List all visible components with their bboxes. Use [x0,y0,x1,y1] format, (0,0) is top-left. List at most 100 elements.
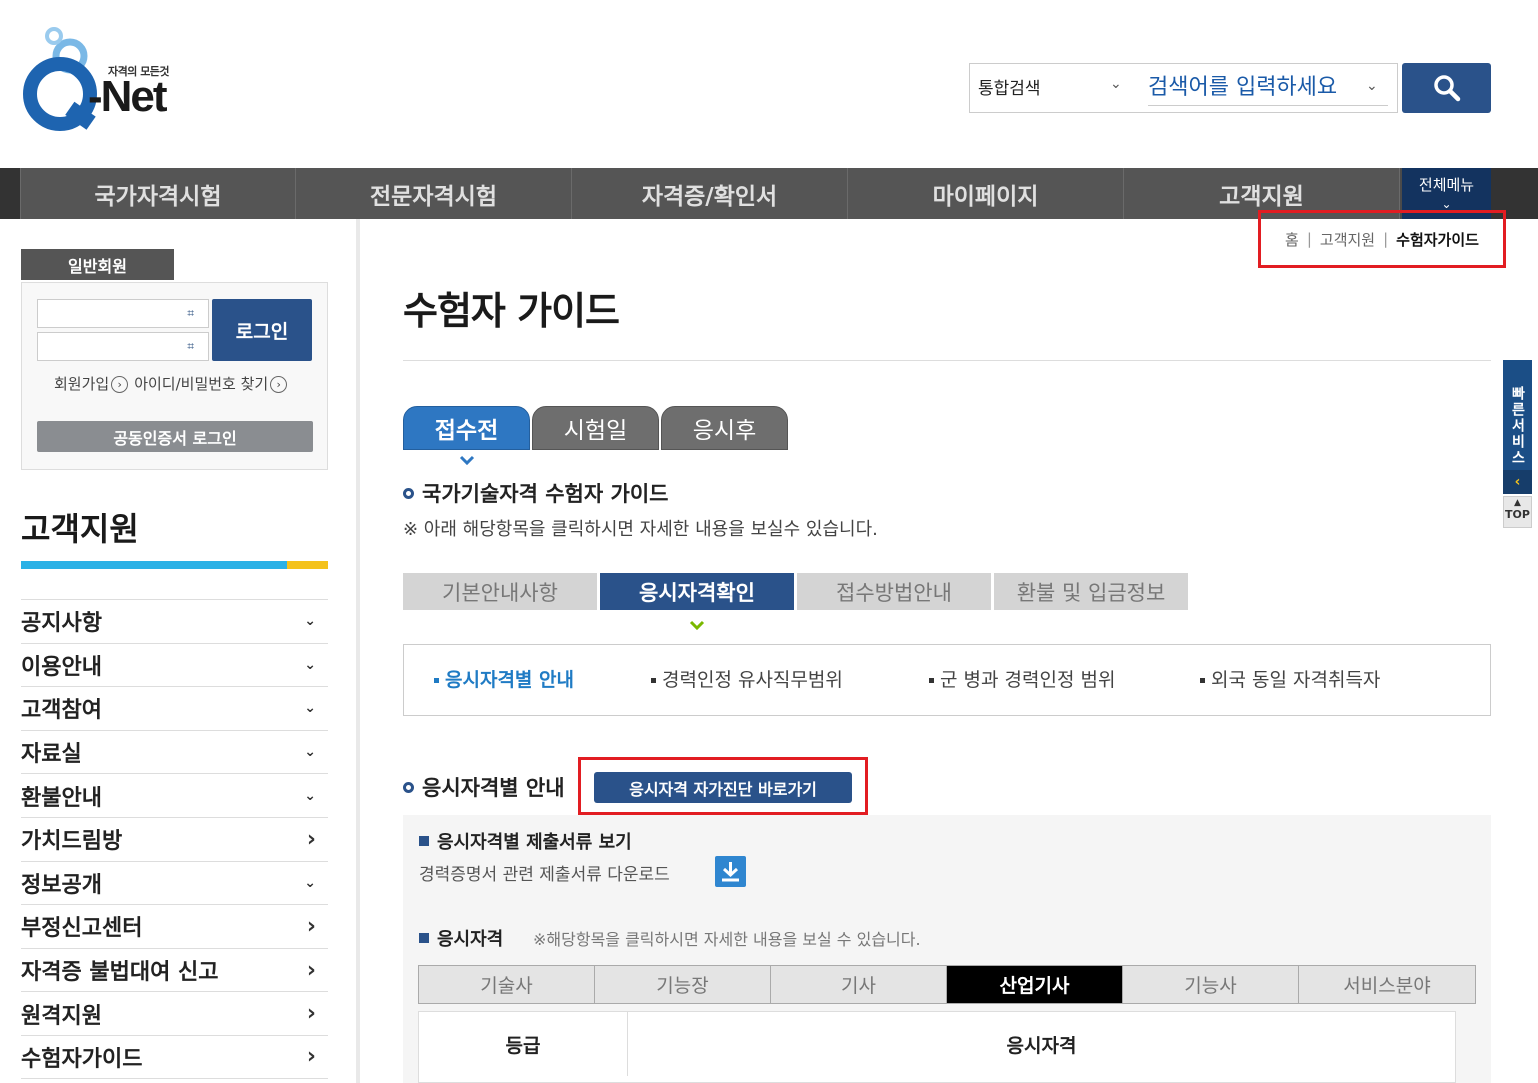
sidebar-item-label: 이용안내 [21,654,102,680]
tab-exam-day[interactable]: 시험일 [532,406,659,450]
breadcrumb-parent[interactable]: 고객지원 [1320,229,1375,250]
certificate-login-button[interactable]: 공동인증서 로그인 [37,421,313,452]
sidebar-item[interactable]: 자격증 불법대여 신고 › [21,947,328,992]
download-icon[interactable] [715,856,746,887]
sidebar-item[interactable]: 수험자가이드 › [21,1034,328,1079]
sidebar-item-label: 수험자가이드 [21,1046,143,1072]
nav-item-certificate[interactable]: 자격증/확인서 [572,168,848,219]
tab-application-method[interactable]: 접수방법안내 [797,573,991,610]
chevron-down-icon: ⌄ [1441,197,1452,211]
search-button[interactable] [1402,63,1491,113]
join-link[interactable]: 회원가입 › [54,373,129,394]
tab-grade-service[interactable]: 서비스분야 [1299,966,1475,1003]
chevron-down-icon: ⌄ [304,744,316,761]
chevron-right-icon: › [306,1044,316,1070]
link-eligibility-guide[interactable]: 응시자격별 안내 [434,665,574,692]
chevron-down-icon[interactable]: ⌄ [1366,78,1378,94]
tab-before-application[interactable]: 접수전 [403,406,530,450]
self-diagnosis-button[interactable]: 응시자격 자가진단 바로가기 [594,772,852,803]
find-account-label: 아이디/비밀번호 찾기 [134,375,269,393]
square-bullet-icon [651,678,656,683]
qualification-note: ※해당항목을 클릭하시면 자세한 내용을 보실 수 있습니다. [533,930,921,949]
chevron-down-icon: ⌄ [304,656,316,673]
sidebar-item[interactable]: 고객참여 ⌄ [21,686,328,730]
nav-item-professional-exam[interactable]: 전문자격시험 [296,168,572,219]
user-id-field[interactable]: ⌗ [37,299,209,328]
tab-grade-engineer[interactable]: 기사 [771,966,947,1003]
info-note: ※ 아래 해당항목을 클릭하시면 자세한 내용을 보실수 있습니다. [403,519,878,540]
search-input[interactable] [1148,70,1388,106]
link-foreign-qualification[interactable]: 외국 동일 자격취득자 [1200,665,1380,692]
tab-grade-professional-engineer[interactable]: 기술사 [419,966,595,1003]
sidebar-item[interactable]: 원격지원 › [21,991,328,1035]
section-heading-text: 국가기술자격 수험자 가이드 [422,482,669,506]
sidebar-item[interactable]: 공지사항 ⌄ [21,599,328,643]
link-label: 응시자격별 안내 [445,669,574,691]
link-career-similar-duty[interactable]: 경력인정 유사직무범위 [651,665,843,692]
search-box: 통합검색 ⌄ ⌄ [969,63,1398,113]
circle-bullet-icon [403,781,414,793]
tab-after-exam[interactable]: 응시후 [661,406,788,450]
sidebar-item[interactable]: 환불안내 ⌄ [21,773,328,817]
breadcrumb-separator: | [1306,230,1312,248]
chevron-right-icon: › [306,826,316,852]
breadcrumb-separator: | [1383,230,1389,248]
circle-bullet-icon [403,487,414,499]
link-military-career[interactable]: 군 병과 경력인정 범위 [929,665,1115,692]
chevron-down-icon: ⌄ [304,613,316,630]
sidebar-item-label: 원격지원 [21,1003,102,1029]
square-bullet-icon [419,933,429,943]
tab-grade-master-craftsman[interactable]: 기능장 [595,966,771,1003]
tab-eligibility-check[interactable]: 응시자격확인 [600,573,794,610]
find-account-link[interactable]: 아이디/비밀번호 찾기 › [134,373,288,394]
section-heading-text: 응시자격별 안내 [422,776,565,800]
phase-tabs: 접수전 시험일 응시후 [403,406,788,450]
table-header-grade: 등급 [419,1012,628,1076]
chevron-right-icon: › [306,957,316,983]
sidebar-item-label: 환불안내 [21,785,102,811]
sub-tabs: 기본안내사항 응시자격확인 접수방법안내 환불 및 입금정보 [403,573,1188,610]
chevron-up-icon: ▲ [1514,498,1521,508]
sidebar-item-label: 고객참여 [21,698,102,724]
nav-item-mypage[interactable]: 마이페이지 [848,168,1124,219]
square-bullet-icon [434,678,439,683]
breadcrumb-home[interactable]: 홈 [1285,229,1299,250]
tab-refund-payment[interactable]: 환불 및 입금정보 [994,573,1188,610]
login-button[interactable]: 로그인 [212,299,312,361]
sidebar-item-label: 가치드림방 [21,829,123,855]
grade-tabs: 기술사 기능장 기사 산업기사 기능사 서비스분야 [418,965,1476,1004]
sidebar-item-label: 정보공개 [21,872,102,898]
member-type-tab[interactable]: 일반회원 [21,249,174,280]
left-sidebar: 일반회원 ⌗ ⌗ 로그인 회원가입 › 아이디/비밀번호 찾기 › 공동인증서 로그… [0,219,360,1083]
tab-basic-info[interactable]: 기본안내사항 [403,573,597,610]
sidebar-item[interactable]: 가치드림방 › [21,816,328,861]
sidebar-item[interactable]: 정보공개 ⌄ [21,860,328,905]
join-link-label: 회원가입 [54,375,110,393]
sidebar-item[interactable]: 이용안내 ⌄ [21,642,328,687]
top-label: TOP [1505,508,1530,521]
sidebar-title: 고객지원 [21,510,139,548]
password-field[interactable]: ⌗ [37,332,209,361]
square-bullet-icon [1200,678,1205,683]
section-heading-guide: 국가기술자격 수험자 가이드 [403,478,668,508]
tab-grade-industrial-engineer[interactable]: 산업기사 [947,966,1123,1003]
nav-item-national-exam[interactable]: 국가자격시험 [20,168,296,219]
sidebar-item[interactable]: 부정신고센터 › [21,904,328,948]
chevron-down-icon[interactable]: ⌄ [1110,76,1122,92]
chevron-left-icon[interactable]: ‹ [1503,470,1532,494]
qnet-logo[interactable]: 자격의 모든것 -Net [18,22,188,134]
qualification-heading: 응시자격 [419,925,503,951]
chevron-down-icon: ⌄ [304,874,316,891]
scroll-top-button[interactable]: ▲ TOP [1503,496,1532,528]
link-label: 군 병과 경력인정 범위 [940,669,1116,691]
nav-edge [0,168,20,219]
tab-grade-craftsman[interactable]: 기능사 [1123,966,1299,1003]
sidebar-item-label: 부정신고센터 [21,916,143,942]
search-category-select[interactable]: 통합검색 [978,74,1041,99]
keypad-icon[interactable]: ⌗ [187,339,194,354]
sidebar-item-label: 공지사항 [21,611,102,637]
section-heading-eligibility: 응시자격별 안내 [403,772,565,802]
keypad-icon[interactable]: ⌗ [187,306,194,321]
sidebar-item[interactable]: 자료실 ⌄ [21,729,328,774]
square-bullet-icon [929,678,934,683]
